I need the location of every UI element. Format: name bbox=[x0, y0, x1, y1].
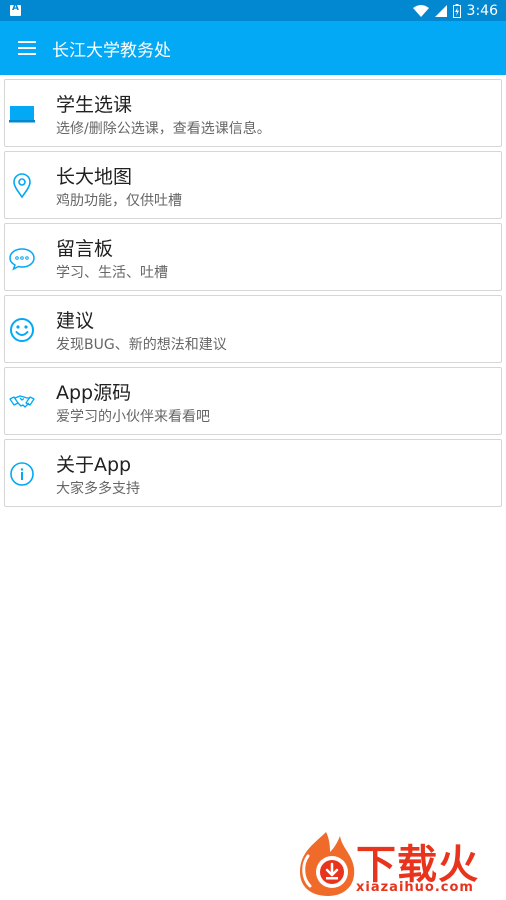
status-bar: 3:46 bbox=[0, 0, 506, 21]
status-time: 3:46 bbox=[466, 2, 498, 19]
location-pin-icon bbox=[13, 173, 31, 199]
menu-item-app-source[interactable]: App源码 爱学习的小伙伴来看看吧 bbox=[4, 367, 502, 435]
menu-item-title: 长大地图 bbox=[56, 166, 133, 188]
smiley-icon bbox=[10, 318, 34, 342]
battery-charging-icon bbox=[452, 3, 461, 18]
menu-list: 学生选课 选修/删除公选课，查看选课信息。 长大地图 鸡肋功能，仅供吐槽 留言板… bbox=[4, 79, 502, 511]
menu-item-subtitle: 爱学习的小伙伴来看看吧 bbox=[56, 409, 210, 425]
menu-item-subtitle: 发现BUG、新的想法和建议 bbox=[56, 337, 227, 353]
menu-item-subtitle: 大家多多支持 bbox=[56, 481, 140, 497]
laptop-icon bbox=[9, 106, 35, 123]
flame-logo-icon bbox=[300, 832, 355, 896]
info-icon bbox=[10, 462, 34, 486]
watermark-domain: xiazaihuo.com bbox=[356, 880, 474, 895]
menu-icon[interactable] bbox=[18, 41, 36, 55]
menu-item-title: 学生选课 bbox=[56, 94, 133, 116]
notification-a-icon bbox=[10, 3, 21, 16]
status-icons: 3:46 bbox=[412, 0, 498, 21]
watermark-logo: 下载火 xiazaihuo.com bbox=[296, 830, 502, 898]
wifi-icon bbox=[412, 4, 429, 17]
app-title: 长江大学教务处 bbox=[52, 41, 171, 61]
menu-item-subtitle: 鸡肋功能，仅供吐槽 bbox=[56, 193, 182, 209]
app-bar: 长江大学教务处 bbox=[0, 21, 506, 75]
menu-item-campus-map[interactable]: 长大地图 鸡肋功能，仅供吐槽 bbox=[4, 151, 502, 219]
chat-bubble-icon bbox=[9, 248, 35, 271]
menu-item-subtitle: 学习、生活、吐槽 bbox=[56, 265, 168, 281]
menu-item-title: App源码 bbox=[56, 382, 132, 404]
menu-item-title: 关于App bbox=[56, 454, 132, 476]
menu-item-title: 建议 bbox=[56, 310, 95, 332]
menu-item-suggestions[interactable]: 建议 发现BUG、新的想法和建议 bbox=[4, 295, 502, 363]
menu-item-title: 留言板 bbox=[56, 238, 114, 260]
menu-item-message-board[interactable]: 留言板 学习、生活、吐槽 bbox=[4, 223, 502, 291]
menu-item-about-app[interactable]: 关于App 大家多多支持 bbox=[4, 439, 502, 507]
menu-item-course-selection[interactable]: 学生选课 选修/删除公选课，查看选课信息。 bbox=[4, 79, 502, 147]
signal-icon bbox=[434, 4, 447, 17]
handshake-icon bbox=[9, 395, 35, 408]
menu-item-subtitle: 选修/删除公选课，查看选课信息。 bbox=[56, 121, 271, 137]
